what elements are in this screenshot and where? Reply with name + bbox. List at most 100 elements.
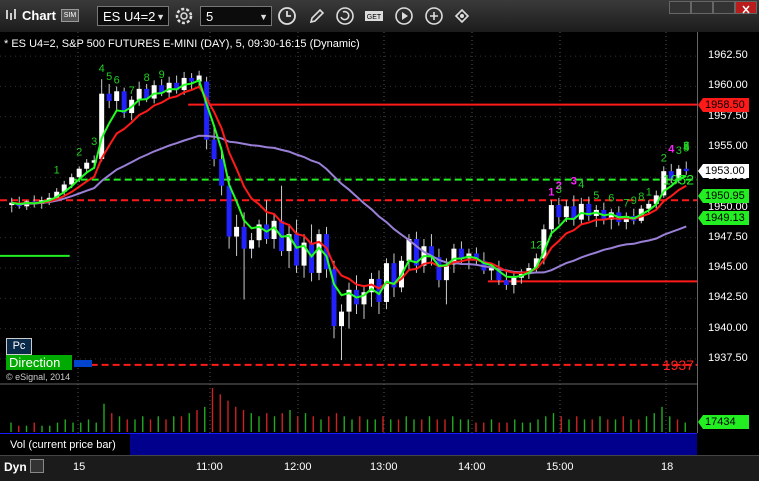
dock-button[interactable] (691, 1, 713, 14)
dyn-label: Dyn (4, 460, 27, 474)
chart-title: * ES U4=2, S&P 500 FUTURES E-MINI (DAY),… (4, 38, 360, 50)
count-label: 5 (106, 71, 112, 83)
svg-text:GET: GET (367, 14, 382, 21)
candle-body (76, 168, 82, 178)
count-label: 3 (91, 136, 97, 148)
time-tick-label: 11:00 (196, 461, 223, 473)
candle-body (249, 240, 255, 249)
count-label: 3 (556, 184, 562, 196)
volume-label-text: Vol (current price bar) (10, 439, 116, 451)
volume-pane-label: Vol (current price bar) (0, 433, 697, 456)
count-label: 1 (54, 165, 60, 177)
candle-body (84, 162, 90, 169)
count-label: 1 (548, 186, 554, 198)
candle-body (503, 280, 509, 285)
price-flag: 1953.00 (698, 164, 749, 179)
symbol-field[interactable]: ES U4=2 ▼ (97, 6, 169, 26)
price-flag: 1950.95 (698, 188, 749, 203)
count-label: 4 (99, 63, 105, 75)
candle-body (219, 159, 225, 186)
count-label: 3 (676, 145, 682, 157)
time-template-icon[interactable] (277, 6, 297, 26)
candle-body (578, 203, 584, 220)
dyn-settings-icon[interactable] (30, 459, 44, 473)
sim-badge: SIM (61, 9, 79, 22)
count-label: 7 (623, 198, 629, 210)
interval-field[interactable]: 5 ▼ (200, 6, 272, 26)
price-axis[interactable]: 1962.501960.001957.501955.001952.501950.… (697, 32, 759, 433)
price-flag: 1949.13 (698, 211, 749, 226)
price-chart[interactable]: 12345 678 912 34123 45 6 789123 4567819521937 (0, 32, 697, 433)
candle-body (294, 234, 300, 266)
chevron-down-icon[interactable]: ▼ (156, 7, 165, 27)
candle-body (136, 88, 142, 100)
count-label: 5 (593, 190, 599, 202)
price-tick-label: 1955.00 (708, 139, 748, 152)
count-label: 2 (661, 152, 667, 164)
time-tick-label: 15 (73, 461, 86, 473)
link-icon[interactable] (452, 6, 472, 26)
chevron-down-icon[interactable]: ▼ (259, 7, 268, 27)
esignal-watermark: © eSignal, 2014 (6, 372, 71, 382)
close-button[interactable] (735, 1, 757, 14)
candle-body (339, 311, 345, 327)
price-flag: 17434 (698, 415, 749, 429)
level-label: 1952 (663, 172, 694, 188)
time-tick-label: 14:00 (458, 461, 486, 473)
candle-body (99, 93, 105, 160)
direction-label: Direction (6, 355, 72, 370)
close-icon (742, 5, 750, 14)
symbol-value: ES U4=2 (103, 9, 156, 24)
candle-body (211, 139, 217, 160)
count-label: 7 (129, 85, 135, 97)
draw-pencil-icon[interactable] (307, 6, 327, 26)
price-tick-label: 1940.00 (708, 321, 748, 334)
candle-body (563, 206, 569, 218)
count-label: 1 (646, 186, 652, 198)
price-tick-label: 1937.50 (708, 351, 748, 364)
interval-gear-icon[interactable] (174, 6, 194, 26)
time-tick-label: 15:00 (546, 461, 574, 473)
candle-body (556, 205, 562, 218)
count-label: 8 (638, 191, 644, 203)
count-label: 12 (530, 240, 542, 252)
candle-body (151, 85, 157, 99)
candle-body (316, 234, 322, 273)
candle-body (511, 277, 517, 285)
get-quote-icon[interactable]: GET (364, 6, 384, 26)
title-bar: Chart SIM ES U4=2 ▼ 5 ▼ GET (0, 0, 759, 33)
level-label: 1937 (663, 357, 694, 373)
refresh-icon[interactable] (335, 6, 355, 26)
app-name: Chart (22, 8, 56, 23)
candle-body (106, 93, 112, 101)
play-icon[interactable] (394, 6, 414, 26)
time-axis[interactable]: Dyn 15 11:00 12:00 13:00 14:00 15:00 18 (0, 455, 759, 481)
candle-body (241, 226, 247, 249)
chart-window: Chart SIM ES U4=2 ▼ 5 ▼ GET 1 2 3 4 5 6 … (0, 0, 759, 481)
interval-value: 5 (206, 9, 214, 24)
count-label: 9 (631, 195, 637, 207)
count-label: 8 (144, 72, 150, 84)
chart-background (0, 32, 697, 433)
maximize-button[interactable] (713, 1, 735, 14)
candle-body (226, 185, 232, 237)
count-label: 3 (571, 176, 577, 188)
direction-tag (74, 360, 92, 367)
volume-label-bar (130, 434, 697, 456)
time-tick-label: 18 (661, 461, 674, 473)
chart-app-icon (6, 9, 16, 20)
time-tick-label: 13:00 (370, 461, 398, 473)
count-label: 8 (683, 141, 689, 153)
price-tick-label: 1942.50 (708, 291, 748, 304)
price-tick-label: 1962.50 (708, 49, 748, 62)
count-label: 4 (668, 143, 675, 155)
minimize-button[interactable] (669, 1, 691, 14)
price-flag: 1958.50 (698, 97, 749, 112)
candle-body (114, 91, 120, 101)
count-label: 9 (159, 69, 165, 81)
settings-icon[interactable] (424, 6, 444, 26)
pc-label: Pc (6, 338, 32, 355)
count-label: 6 (608, 192, 614, 204)
price-tick-label: 1960.00 (708, 79, 748, 92)
candle-body (189, 77, 195, 82)
